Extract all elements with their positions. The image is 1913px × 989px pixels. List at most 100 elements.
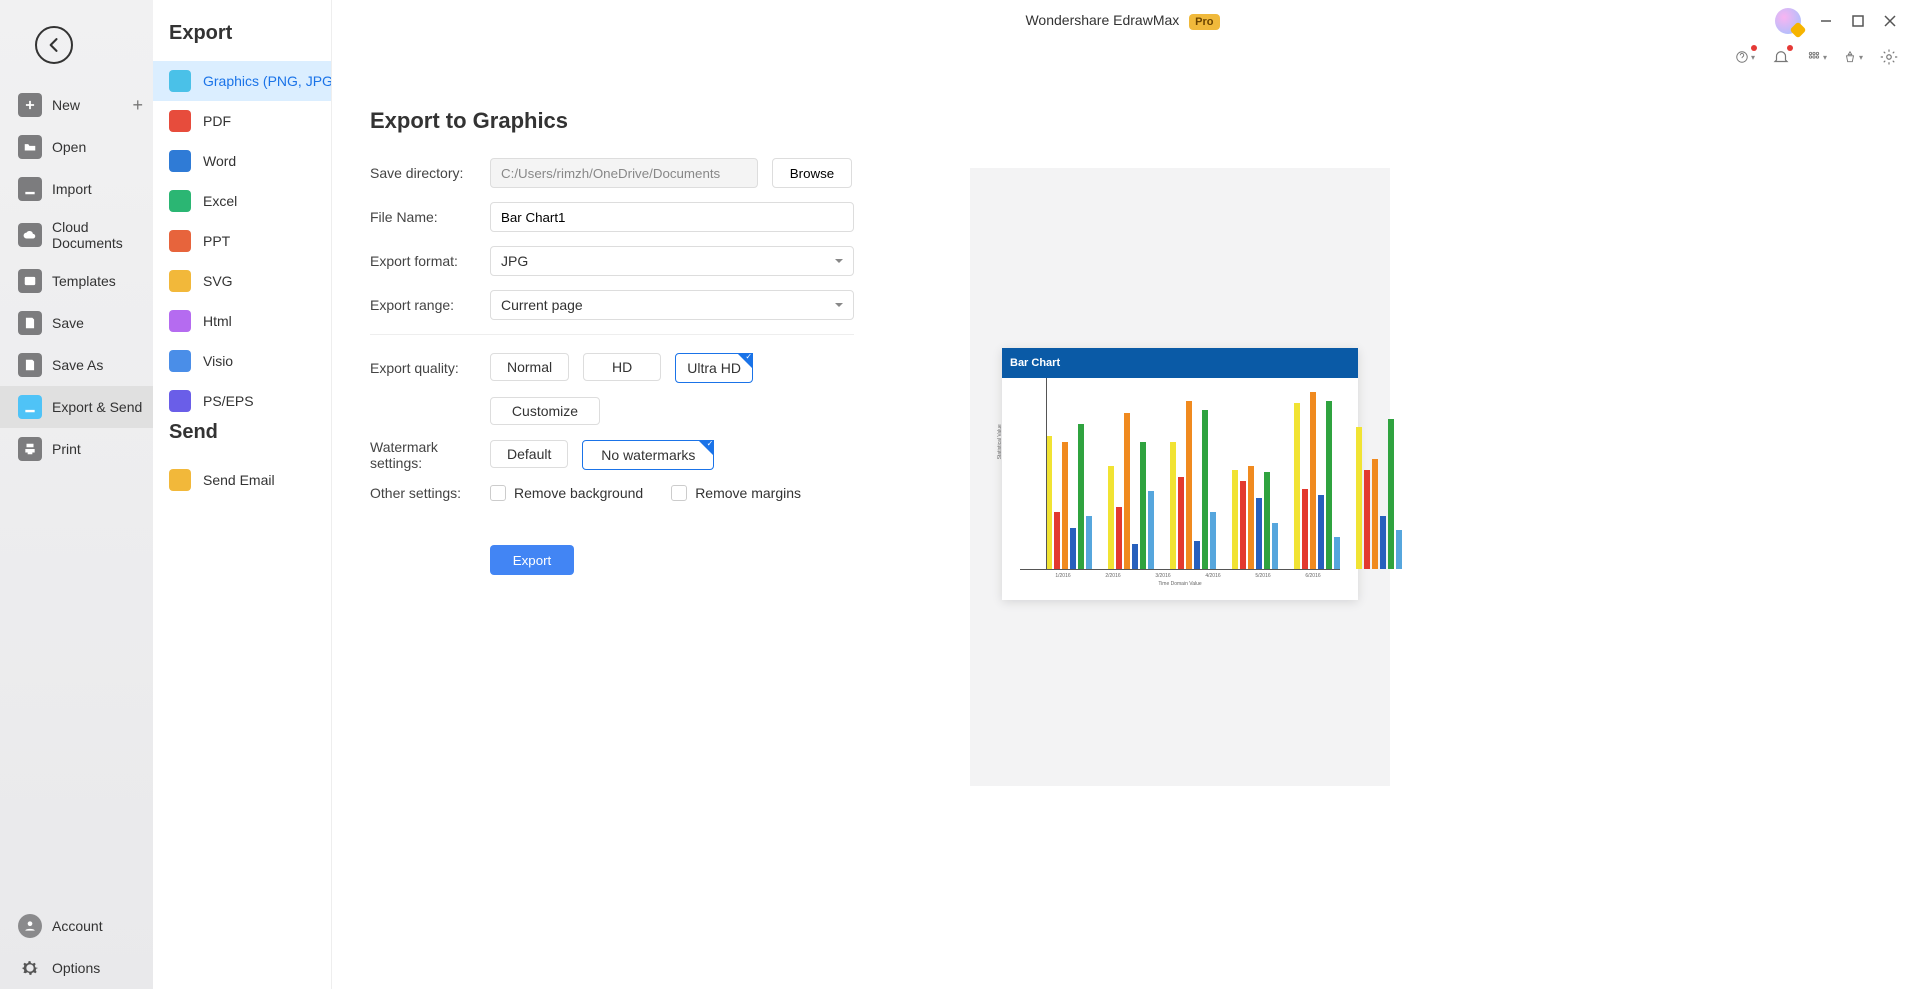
settings-icon[interactable] xyxy=(1879,47,1899,67)
avatar[interactable] xyxy=(1775,8,1801,34)
file-type-icon xyxy=(169,230,191,252)
export-button[interactable]: Export xyxy=(490,545,574,575)
export-item-pdf[interactable]: PDF xyxy=(153,101,331,141)
gear-icon xyxy=(18,956,42,980)
export-item-svg[interactable]: SVG xyxy=(153,261,331,301)
watermark-default[interactable]: Default xyxy=(490,440,568,468)
sidebar-item-save[interactable]: Save xyxy=(0,302,153,344)
preview-chart: Statistical Value xyxy=(1020,378,1340,570)
sidebar-item-new[interactable]: New + xyxy=(0,84,153,126)
quality-hd[interactable]: HD xyxy=(583,353,661,381)
export-item-ppt[interactable]: PPT xyxy=(153,221,331,261)
chart-bar xyxy=(1186,401,1192,569)
chart-bar xyxy=(1202,410,1208,569)
export-item-visio[interactable]: Visio xyxy=(153,341,331,381)
export-item-excel[interactable]: Excel xyxy=(153,181,331,221)
watermark-label: Watermark settings: xyxy=(370,439,490,471)
chart-group xyxy=(1232,392,1278,569)
checkbox-icon xyxy=(671,485,687,501)
save-dir-input[interactable] xyxy=(490,158,758,188)
sidebar-item-save-as[interactable]: Save As xyxy=(0,344,153,386)
help-icon[interactable]: ▾ xyxy=(1735,47,1755,67)
chart-bar xyxy=(1248,466,1254,569)
file-type-icon xyxy=(169,70,191,92)
chart-bar xyxy=(1178,477,1184,569)
sidebar-item-open[interactable]: Open xyxy=(0,126,153,168)
sidebar-item-import[interactable]: Import xyxy=(0,168,153,210)
export-item-label: Excel xyxy=(203,193,237,209)
remove-margins-checkbox[interactable]: Remove margins xyxy=(671,485,801,501)
app-title: Wondershare EdrawMax Pro xyxy=(332,12,1913,28)
chart-ytitle: Statistical Value xyxy=(997,424,1003,459)
plus-square-icon xyxy=(18,93,42,117)
new-submenu-icon[interactable]: + xyxy=(132,95,143,116)
file-type-icon xyxy=(169,350,191,372)
theme-icon[interactable]: ▾ xyxy=(1843,47,1863,67)
watermark-none[interactable]: No watermarks xyxy=(582,440,714,470)
sidebar-item-print[interactable]: Print xyxy=(0,428,153,470)
other-label: Other settings: xyxy=(370,485,490,501)
chart-bar xyxy=(1170,442,1176,569)
export-item-graphics-png-jpg-et-[interactable]: Graphics (PNG, JPG et... xyxy=(153,61,331,101)
chart-bar xyxy=(1334,537,1340,569)
chart-group xyxy=(1294,392,1340,569)
export-item-ps-eps[interactable]: PS/EPS xyxy=(153,381,331,421)
chart-group xyxy=(1046,392,1092,569)
export-form: Export to Graphics Save directory: Brows… xyxy=(370,108,930,786)
quality-ultra-hd[interactable]: Ultra HD xyxy=(675,353,753,383)
preview-thumbnail: Bar Chart Statistical Value 1/20162/2016… xyxy=(1002,348,1358,600)
export-item-html[interactable]: Html xyxy=(153,301,331,341)
bell-icon[interactable] xyxy=(1771,47,1791,67)
back-button[interactable] xyxy=(35,26,73,64)
format-select[interactable]: JPG xyxy=(490,246,854,276)
chart-bar xyxy=(1256,498,1262,569)
chart-bar xyxy=(1070,528,1076,569)
close-button[interactable] xyxy=(1883,14,1897,28)
sidebar-item-label: Cloud Documents xyxy=(52,219,143,251)
sidebar-item-templates[interactable]: Templates xyxy=(0,260,153,302)
chart-bar xyxy=(1294,403,1300,569)
sidebar-item-account[interactable]: Account xyxy=(0,905,153,947)
file-type-icon xyxy=(169,390,191,412)
minimize-button[interactable] xyxy=(1819,14,1833,28)
sidebar: New + Open Import Cloud Documents Templa… xyxy=(0,0,153,989)
save-icon xyxy=(18,311,42,335)
chart-bar xyxy=(1310,392,1316,569)
sidebar-item-label: Import xyxy=(52,181,92,197)
sidebar-item-cloud[interactable]: Cloud Documents xyxy=(0,210,153,260)
sidebar-item-export-send[interactable]: Export & Send xyxy=(0,386,153,428)
export-item-label: PPT xyxy=(203,233,230,249)
chart-bar xyxy=(1140,442,1146,569)
remove-bg-checkbox[interactable]: Remove background xyxy=(490,485,643,501)
file-type-icon xyxy=(169,190,191,212)
maximize-button[interactable] xyxy=(1851,14,1865,28)
browse-button[interactable]: Browse xyxy=(772,158,852,188)
apps-icon[interactable]: ▾ xyxy=(1807,47,1827,67)
chart-bar xyxy=(1046,436,1052,569)
export-title: Export xyxy=(153,22,331,61)
chart-bar xyxy=(1078,424,1084,569)
sidebar-item-options[interactable]: Options xyxy=(0,947,153,989)
chart-bar xyxy=(1272,523,1278,569)
send-title: Send xyxy=(153,421,331,460)
folder-icon xyxy=(18,135,42,159)
main-panel: Wondershare EdrawMax Pro ▾ ▾ ▾ Export to… xyxy=(332,0,1913,989)
range-select[interactable]: Current page xyxy=(490,290,854,320)
export-item-label: SVG xyxy=(203,273,233,289)
quality-normal[interactable]: Normal xyxy=(490,353,569,381)
export-icon xyxy=(18,395,42,419)
file-name-input[interactable] xyxy=(490,202,854,232)
file-type-icon xyxy=(169,270,191,292)
secondary-toolbar: ▾ ▾ ▾ xyxy=(332,40,1913,74)
print-icon xyxy=(18,437,42,461)
send-item-email[interactable]: Send Email xyxy=(153,460,331,500)
export-item-word[interactable]: Word xyxy=(153,141,331,181)
chart-bar xyxy=(1232,470,1238,569)
import-icon xyxy=(18,177,42,201)
customize-button[interactable]: Customize xyxy=(490,397,600,425)
chart-bar xyxy=(1318,495,1324,569)
chart-bar xyxy=(1302,489,1308,569)
chart-bar xyxy=(1062,442,1068,569)
chart-xlabels: 1/20162/20163/20164/20165/20166/2016 xyxy=(1020,570,1340,579)
chart-bar xyxy=(1210,512,1216,569)
